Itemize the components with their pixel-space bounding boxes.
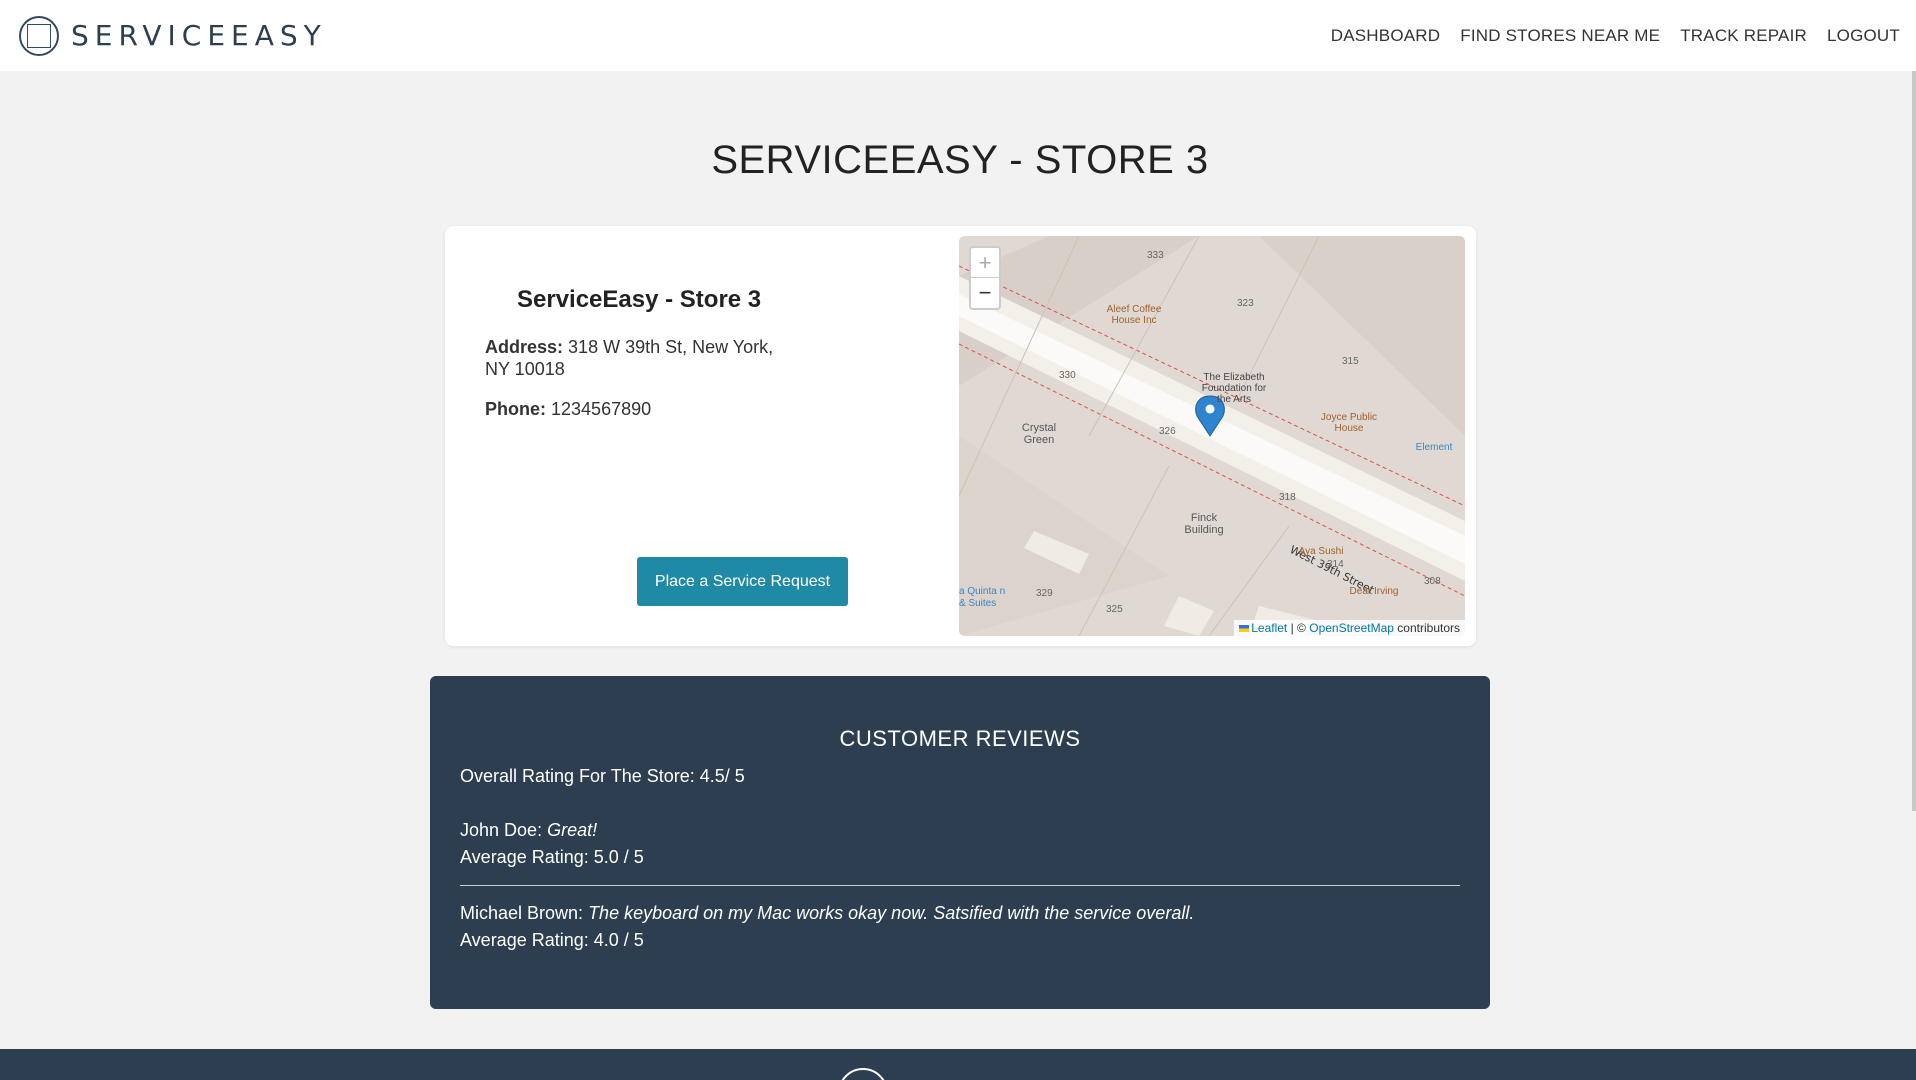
map-num: 314 xyxy=(1327,559,1344,570)
page-title: SERVICEEASY - STORE 3 xyxy=(711,138,1209,182)
review-rating: Average Rating: 5.0 / 5 xyxy=(460,847,644,867)
store-phone: Phone: 1234567890 xyxy=(485,398,785,420)
map-place-finck: Finck Building xyxy=(1184,512,1224,536)
map-poi-joyce: Joyce Public House xyxy=(1320,412,1378,434)
map-poi-elizabeth: The Elizabeth Foundation for the Arts xyxy=(1201,372,1267,405)
address-label: Address: xyxy=(485,337,564,357)
brand-text: SERVICEEASY xyxy=(71,19,327,52)
footer xyxy=(0,1049,1916,1080)
scrollbar[interactable] xyxy=(1912,71,1916,811)
map-num: 333 xyxy=(1147,250,1164,261)
review-comment: The keyboard on my Mac works okay now. S… xyxy=(588,903,1195,923)
customer-reviews: CUSTOMER REVIEWS Overall Rating For The … xyxy=(430,676,1490,1009)
brand[interactable]: SERVICEEASY xyxy=(19,15,327,56)
map-num: 330 xyxy=(1059,370,1076,381)
store-name: ServiceEasy - Store 3 xyxy=(517,286,762,313)
zoom-out-button[interactable]: − xyxy=(971,278,999,308)
map-num: 323 xyxy=(1237,298,1254,309)
map-num: 326 xyxy=(1159,426,1176,437)
map-num: 329 xyxy=(1036,588,1053,599)
overall-rating-label: Overall Rating For The Store: xyxy=(460,766,695,786)
footer-logo-icon xyxy=(838,1068,888,1080)
review-rating: Average Rating: 4.0 / 5 xyxy=(460,930,644,950)
map-place-crystal: Crystal Green xyxy=(1021,422,1057,446)
phone-value: 1234567890 xyxy=(551,399,652,419)
review-divider xyxy=(460,885,1460,886)
brand-logo-icon xyxy=(19,15,59,56)
review-comment: Great! xyxy=(547,820,598,840)
nav-track-repair[interactable]: TRACK REPAIR xyxy=(1680,26,1807,46)
overall-rating-value: 4.5/ 5 xyxy=(699,766,745,786)
map-poi-element: Element xyxy=(1415,442,1453,453)
nav-dashboard[interactable]: DASHBOARD xyxy=(1331,26,1441,46)
nav-find-stores[interactable]: FIND STORES NEAR ME xyxy=(1460,26,1660,46)
phone-label: Phone: xyxy=(485,399,546,419)
map-attribution: Leaflet | © OpenStreetMap contributors xyxy=(1234,620,1465,636)
map-num: 325 xyxy=(1106,604,1123,615)
review-author: Michael Brown xyxy=(460,903,579,923)
map-num: 315 xyxy=(1342,356,1359,367)
map-poi-aleef: Aleef Coffee House Inc xyxy=(1106,304,1162,326)
map-poi-dear: Dear Irving xyxy=(1349,586,1399,597)
navbar: SERVICEEASY DASHBOARD FIND STORES NEAR M… xyxy=(0,0,1916,71)
reviews-title: CUSTOMER REVIEWS xyxy=(839,726,1081,751)
attribution-contributors: contributors xyxy=(1397,621,1460,635)
map-num: 318 xyxy=(1279,492,1296,503)
map-zoom-control: + − xyxy=(969,246,1001,310)
review-item: John Doe: Great! Average Rating: 5.0 / 5 xyxy=(460,817,1460,871)
attribution-separator: | © xyxy=(1290,621,1306,635)
leaflet-link[interactable]: Leaflet xyxy=(1251,621,1287,635)
overall-rating: Overall Rating For The Store: 4.5/ 5 xyxy=(460,766,1460,787)
nav-links: DASHBOARD FIND STORES NEAR ME TRACK REPA… xyxy=(1331,0,1900,71)
map-poi-aya: Aya Sushi xyxy=(1298,546,1344,557)
review-author: John Doe xyxy=(460,820,538,840)
map-poi-laquinta: a Quinta n & Suites xyxy=(959,586,1006,609)
store-map[interactable]: West 39th Street + − Aleef Coffee House … xyxy=(959,236,1465,636)
ukraine-flag-icon xyxy=(1239,625,1250,632)
place-service-request-button[interactable]: Place a Service Request xyxy=(637,557,848,606)
store-card: ServiceEasy - Store 3 Address: 318 W 39t… xyxy=(445,226,1476,646)
osm-link[interactable]: OpenStreetMap xyxy=(1309,621,1394,635)
map-num: 308 xyxy=(1424,576,1441,587)
zoom-in-button[interactable]: + xyxy=(971,248,999,278)
store-info: ServiceEasy - Store 3 Address: 318 W 39t… xyxy=(485,286,845,438)
review-item: Michael Brown: The keyboard on my Mac wo… xyxy=(460,900,1460,954)
nav-logout[interactable]: LOGOUT xyxy=(1827,26,1900,46)
store-address: Address: 318 W 39th St, New York, NY 100… xyxy=(485,336,785,380)
